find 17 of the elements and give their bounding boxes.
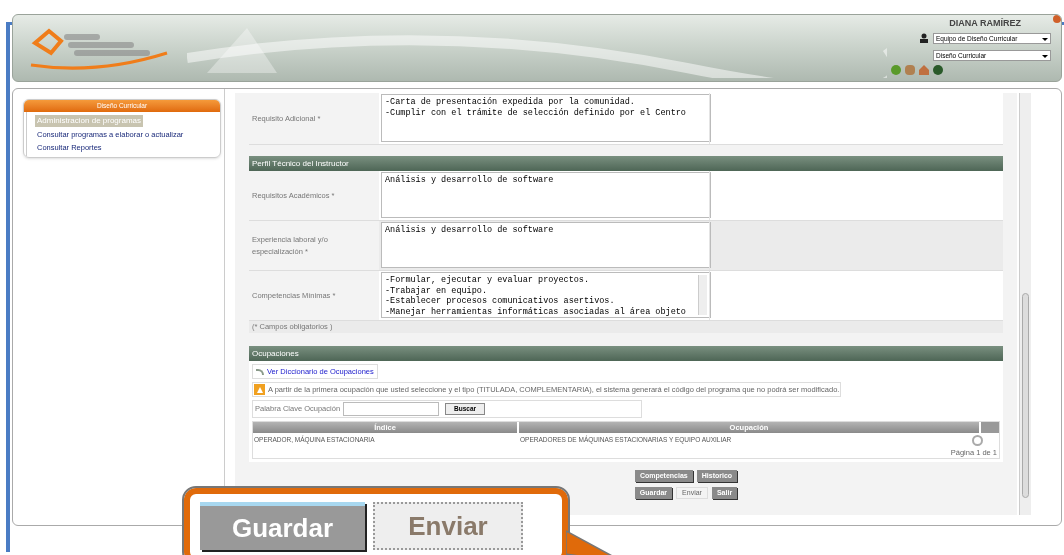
text-area[interactable]: Análisis y desarrollo de software bbox=[381, 172, 711, 218]
close-icon[interactable] bbox=[1053, 15, 1061, 23]
section-header: Perfil Técnico del Instructor bbox=[249, 156, 1003, 171]
text-area[interactable]: -Formular, ejecutar y evaluar proyectos. -Trabajar en equipo. -Establecer procesos comunicativos asertivos. -Manejar herramientas informáticas asociadas al área objeto bbox=[381, 272, 711, 318]
user-name: DIANA RAMÍREZ bbox=[949, 17, 1021, 30]
arrow-icon bbox=[256, 368, 264, 375]
column-header bbox=[981, 422, 999, 433]
warning-icon bbox=[254, 384, 265, 395]
user-icon bbox=[919, 33, 929, 43]
section-header: Ocupaciones bbox=[249, 346, 1003, 361]
home-icon[interactable] bbox=[919, 65, 929, 75]
scrollbar[interactable] bbox=[1019, 93, 1031, 515]
search-field[interactable] bbox=[343, 402, 440, 416]
remove-icon[interactable] bbox=[972, 434, 983, 446]
text-area[interactable]: -Carta de presentación expedida por la comunidad. -Cumplir con el trámite de selección definido por el Centro bbox=[381, 94, 711, 142]
textarea-scrollbar[interactable] bbox=[698, 275, 707, 315]
text-area[interactable]: Análisis y desarrollo de software bbox=[381, 222, 711, 268]
